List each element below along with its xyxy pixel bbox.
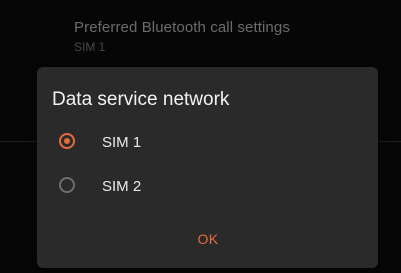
radio-unchecked-icon[interactable] <box>59 177 75 193</box>
setting-subtitle: SIM 1 <box>74 40 106 54</box>
option-label: SIM 1 <box>102 134 142 151</box>
setting-title: Preferred Bluetooth call settings <box>74 19 290 36</box>
option-sim-2[interactable]: SIM 2 <box>37 165 378 209</box>
option-label: SIM 2 <box>102 178 142 195</box>
option-sim-1[interactable]: SIM 1 <box>37 121 378 165</box>
data-service-network-dialog: Data service network SIM 1 SIM 2 OK <box>37 67 378 268</box>
dialog-title: Data service network <box>52 89 230 110</box>
ok-button[interactable]: OK <box>187 226 229 252</box>
radio-checked-icon[interactable] <box>59 133 75 149</box>
